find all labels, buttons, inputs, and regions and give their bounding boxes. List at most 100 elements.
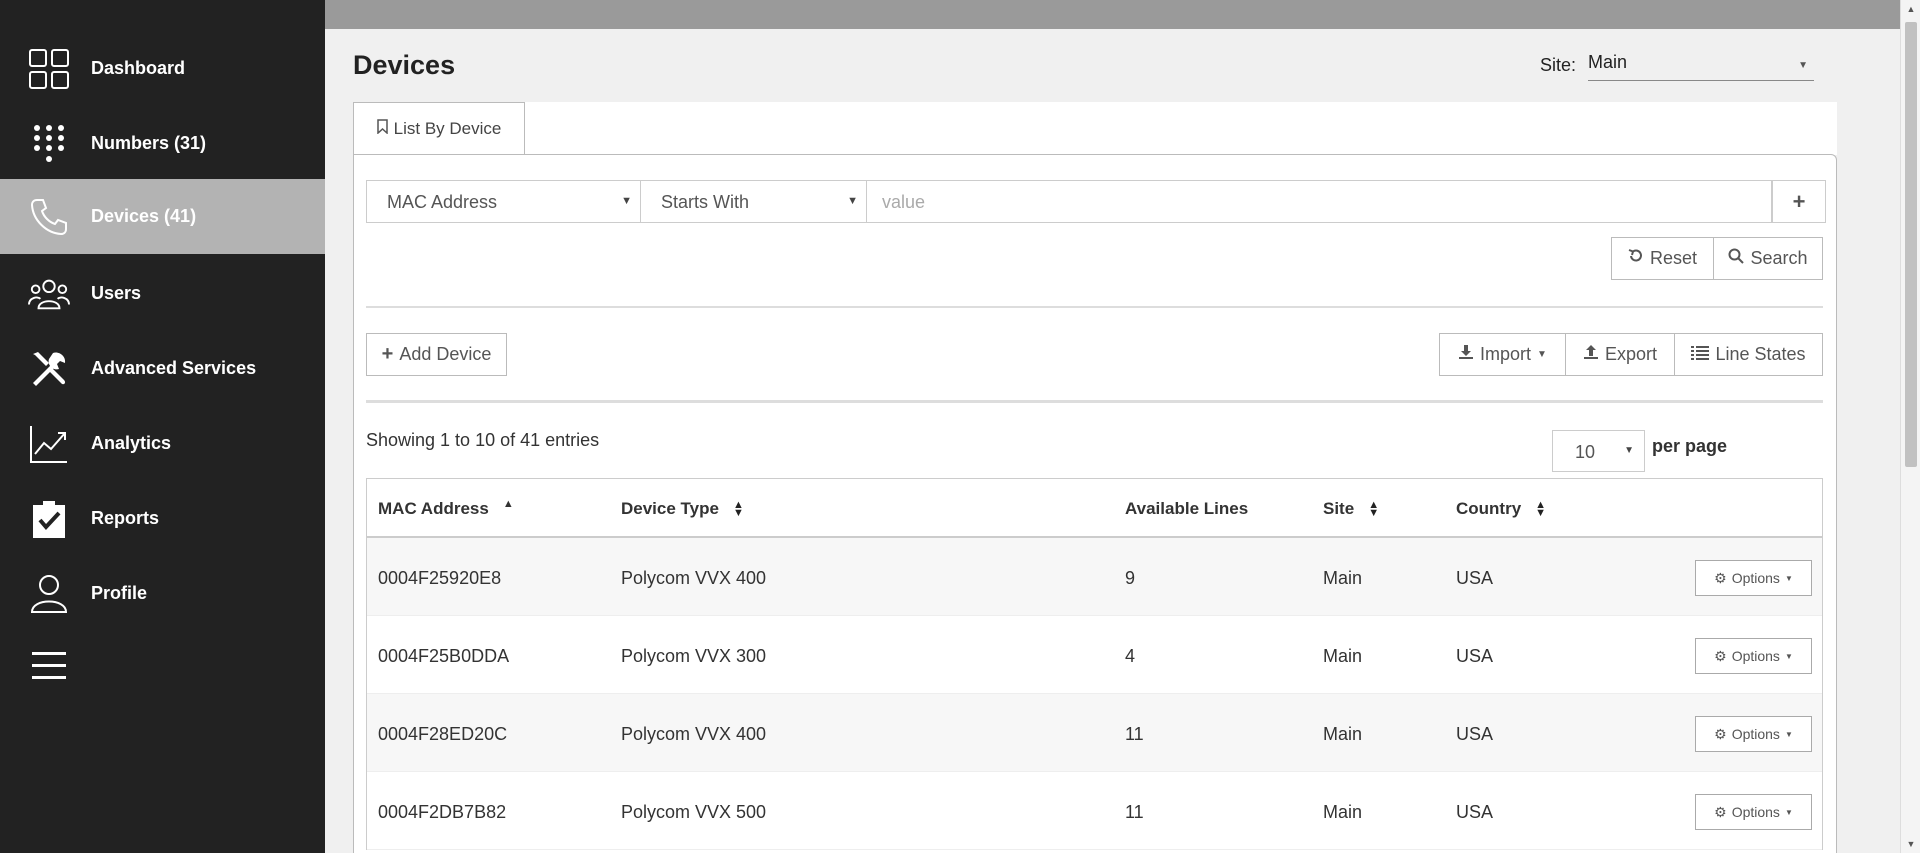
cell-lines: 9 [1125,568,1136,588]
phone-icon [28,196,70,238]
options-button[interactable]: ⚙ Options ▼ [1695,716,1812,752]
filter-field-value: MAC Address [387,192,498,212]
gear-icon: ⚙ [1714,569,1727,586]
analytics-chart-icon [28,423,70,465]
gear-icon: ⚙ [1714,803,1727,820]
sort-icon: ▲ ▼ [732,499,744,519]
caret-down-icon: ▼ [1537,349,1547,360]
vertical-scrollbar[interactable]: ▲ ▼ [1900,0,1920,853]
reset-button[interactable]: Reset [1611,237,1714,280]
profile-icon [28,573,70,615]
column-header-country[interactable]: Country ▲ ▼ [1456,499,1546,519]
cell-lines: 11 [1125,802,1144,822]
column-label: Device Type [621,499,719,518]
sort-ascending-icon: ▲ [502,498,514,510]
cell-site: Main [1323,802,1363,822]
sidebar-menu-toggle[interactable] [0,628,325,703]
plus-icon: + [381,343,394,365]
cell-country: USA [1456,646,1494,666]
sidebar-item-users[interactable]: Users [0,256,325,331]
column-label: MAC Address [378,499,489,518]
sidebar-item-advanced-services[interactable]: Advanced Services [0,331,325,406]
table-row: 0004F2DB7B82 Polycom VVX 500 11 Main USA… [367,772,1822,850]
users-icon [28,273,70,315]
site-select-value: Main [1588,52,1628,72]
options-button[interactable]: ⚙ Options ▼ [1695,638,1812,674]
sidebar-item-reports[interactable]: Reports [0,481,325,556]
sidebar-item-dashboard[interactable]: Dashboard [0,31,325,106]
import-button[interactable]: Import ▼ [1439,333,1566,376]
cell-site: Main [1323,568,1363,588]
per-page-select[interactable]: 10 ▼ [1552,430,1645,472]
sidebar-item-label: Numbers (31) [91,133,207,153]
column-header-device-type[interactable]: Device Type ▲ ▼ [621,499,744,519]
cell-device-type: Polycom VVX 400 [621,568,767,588]
hamburger-menu-icon [28,645,70,687]
export-label: Export [1604,344,1658,364]
sidebar-item-label: Users [91,283,142,303]
caret-down-icon: ▼ [1784,651,1793,661]
cell-mac: 0004F28ED20C [378,724,508,744]
keypad-icon [28,123,70,165]
cell-device-type: Polycom VVX 300 [621,646,767,666]
add-filter-button[interactable]: + [1772,180,1826,223]
line-states-button[interactable]: Line States [1674,333,1823,376]
sidebar-item-label: Reports [91,508,160,528]
sidebar: Dashboard Numbers (31) Devices (41) User… [0,0,325,853]
cell-mac: 0004F2DB7B82 [378,802,507,822]
cell-country: USA [1456,568,1494,588]
site-label: Site: [1540,55,1577,75]
sidebar-item-devices[interactable]: Devices (41) [0,179,325,254]
tab-list-by-device[interactable]: List By Device [353,102,525,155]
site-select[interactable]: Main ▼ [1588,52,1814,81]
caret-down-icon: ▼ [1624,445,1634,456]
tools-icon [28,348,70,390]
sidebar-item-label: Analytics [91,433,172,453]
export-button[interactable]: Export [1565,333,1675,376]
add-device-label: Add Device [399,344,492,364]
bookmark-icon [376,119,388,139]
sidebar-item-profile[interactable]: Profile [0,556,325,631]
undo-icon [1628,248,1644,269]
dashboard-grid-icon [28,48,70,90]
entries-info: Showing 1 to 10 of 41 entries [366,430,600,450]
search-button[interactable]: Search [1713,237,1823,280]
gear-icon: ⚙ [1714,647,1727,664]
options-button[interactable]: ⚙ Options ▼ [1695,794,1812,830]
cell-mac: 0004F25B0DDA [378,646,510,666]
options-button[interactable]: ⚙ Options ▼ [1695,560,1812,596]
filter-operator-select[interactable]: Starts With ▼ [641,180,867,223]
filter-field-select[interactable]: MAC Address ▼ [366,180,641,223]
add-device-button[interactable]: + Add Device [366,333,507,376]
filter-value-placeholder: value [882,192,926,212]
caret-down-icon: ▼ [847,195,858,207]
search-icon [1728,248,1745,269]
scroll-thumb[interactable] [1905,22,1917,467]
list-icon [1691,344,1710,365]
filter-value-input[interactable]: value [867,180,1772,223]
search-label: Search [1750,248,1808,268]
sidebar-item-label: Dashboard [91,58,186,78]
scroll-up-icon[interactable]: ▲ [1901,0,1920,18]
per-page-label: per page [1652,436,1728,456]
cell-device-type: Polycom VVX 500 [621,802,767,822]
table-row: 0004F28ED20C Polycom VVX 400 11 Main USA… [367,694,1822,772]
divider [366,400,1823,403]
per-page-value: 10 [1575,442,1596,462]
cell-country: USA [1456,802,1494,822]
column-header-mac-address[interactable]: MAC Address ▲ [378,499,514,519]
upload-icon [1583,344,1599,365]
cell-lines: 11 [1125,724,1144,744]
reset-label: Reset [1649,248,1698,268]
top-bar [300,0,1900,29]
scroll-down-icon[interactable]: ▼ [1901,835,1920,853]
sidebar-item-analytics[interactable]: Analytics [0,406,325,481]
column-header-site[interactable]: Site ▲ ▼ [1323,499,1379,519]
sidebar-item-numbers[interactable]: Numbers (31) [0,106,325,181]
caret-down-icon: ▼ [1798,60,1808,71]
cell-site: Main [1323,646,1363,666]
import-label: Import [1480,344,1532,364]
sort-icon: ▲ ▼ [1535,499,1547,519]
cell-lines: 4 [1125,646,1136,666]
options-label: Options [1731,570,1780,586]
